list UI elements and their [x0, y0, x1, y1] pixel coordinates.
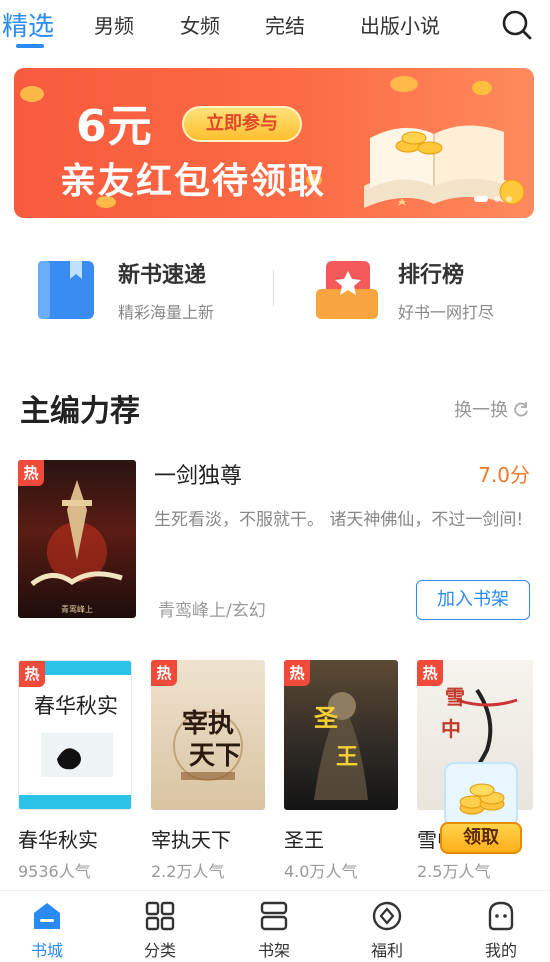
hot-badge: 热: [417, 660, 443, 686]
reward-coins-box: [444, 762, 518, 828]
top-tab-bar: 精选 男频 女频 完结 出版小说: [0, 0, 550, 52]
add-to-shelf-button[interactable]: 加入书架: [416, 580, 530, 620]
book-title[interactable]: 宰执天下: [151, 824, 231, 853]
tab-featured[interactable]: 精选: [2, 6, 54, 43]
banner-pagination: [474, 196, 512, 202]
hot-badge: 热: [18, 460, 44, 486]
nav-label: 分类: [143, 941, 176, 960]
entry-divider: [273, 270, 274, 306]
nav-label: 书架: [257, 941, 290, 960]
nav-label: 我的: [484, 941, 517, 960]
banner-title: 亲友红包待领取: [60, 161, 327, 202]
featured-book-meta: 青鸾峰上/玄幻: [158, 601, 266, 621]
entry-subtitle: 精彩海量上新: [118, 303, 215, 322]
nav-profile[interactable]: 我的: [461, 899, 541, 961]
nav-bookstore[interactable]: 书城: [7, 899, 87, 961]
book-popularity: 9536人气: [18, 862, 91, 881]
svg-text:春华秋实: 春华秋实: [34, 694, 118, 718]
claim-reward-button[interactable]: 领取: [440, 822, 522, 854]
tab-female[interactable]: 女频: [180, 10, 220, 39]
svg-text:天下: 天下: [189, 741, 241, 771]
refresh-icon: [514, 402, 528, 417]
banner-dot: [506, 196, 512, 202]
active-tab-indicator: [16, 44, 44, 48]
shelf-icon: [260, 901, 288, 931]
nav-label: 福利: [370, 941, 403, 960]
hot-badge: 热: [284, 660, 310, 686]
svg-text:圣: 圣: [314, 704, 339, 732]
banner-dot-active: [474, 196, 488, 202]
featured-book-title[interactable]: 一剑独尊: [154, 458, 242, 490]
book-cover[interactable]: 宰执 天下 热: [151, 660, 265, 810]
svg-text:宰执: 宰执: [182, 708, 234, 739]
banner-dot: [494, 196, 500, 202]
profile-icon: [488, 901, 514, 931]
book-popularity: 2.5万人气: [417, 862, 491, 881]
coin-stack-icon: [459, 783, 505, 815]
entry-rankings[interactable]: 排行榜 好书一网打尽: [316, 255, 536, 325]
nav-welfare[interactable]: 福利: [347, 899, 427, 961]
book-cover[interactable]: 圣 王 热: [284, 660, 398, 810]
bottom-nav: 书城 分类 书架 福利 我的: [0, 890, 550, 962]
book-popularity: 4.0万人气: [284, 862, 358, 881]
book-title[interactable]: 春华秋实: [18, 824, 98, 853]
section-title: 主编力荐: [20, 394, 140, 429]
svg-text:中: 中: [441, 717, 461, 741]
svg-text:青鸾峰上: 青鸾峰上: [61, 604, 93, 614]
nav-category[interactable]: 分类: [120, 899, 200, 961]
book-popularity: 2.2万人气: [151, 862, 225, 881]
tab-completed[interactable]: 完结: [265, 10, 305, 39]
hot-badge: 热: [19, 661, 45, 687]
grid-icon: [145, 901, 175, 931]
tab-published[interactable]: 出版小说: [360, 10, 440, 39]
svg-text:雪: 雪: [445, 685, 465, 709]
entry-subtitle: 好书一网打尽: [398, 303, 495, 322]
refresh-button[interactable]: 换一换: [454, 396, 530, 422]
nav-bookshelf[interactable]: 书架: [234, 899, 314, 961]
featured-book-cover[interactable]: 青鸾峰上 热: [18, 460, 136, 618]
book-title[interactable]: 圣王: [284, 824, 324, 853]
hot-badge: 热: [151, 660, 177, 686]
entry-title: 排行榜: [398, 263, 465, 288]
trophy-icon: [316, 261, 378, 319]
coin-icon: [372, 901, 402, 931]
tab-male[interactable]: 男频: [94, 10, 134, 39]
entry-new-books[interactable]: 新书速递 精彩海量上新: [36, 255, 266, 325]
floating-reward[interactable]: 领取: [440, 762, 522, 854]
book-cover[interactable]: 春华秋实 热: [18, 660, 132, 810]
nav-label: 书城: [30, 941, 63, 960]
home-icon: [34, 903, 60, 929]
promo-banner[interactable]: 6元 立即参与 亲友红包待领取: [14, 68, 534, 218]
entry-title: 新书速递: [118, 263, 207, 288]
banner-join-button[interactable]: 立即参与: [182, 106, 302, 142]
search-icon[interactable]: [500, 8, 534, 42]
featured-book-description: 生死看淡，不服就干。 诸天神佛仙，不过一剑间!: [154, 510, 524, 530]
refresh-label: 换一换: [454, 400, 508, 421]
book-icon: [38, 261, 94, 319]
svg-text:王: 王: [336, 745, 358, 770]
featured-book-score: 7.0分: [478, 463, 530, 487]
banner-amount: 6元: [76, 101, 153, 152]
